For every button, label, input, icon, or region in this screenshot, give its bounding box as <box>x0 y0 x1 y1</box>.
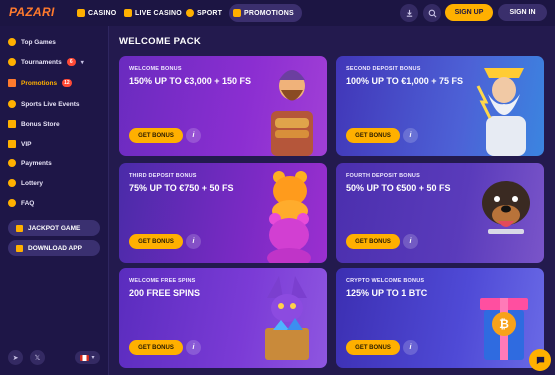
get-bonus-button[interactable]: GET BONUS <box>129 234 183 249</box>
get-bonus-button[interactable]: GET BONUS <box>129 340 183 355</box>
card-subtitle: FOURTH DEPOSIT BONUS <box>346 173 420 179</box>
sign-up-button[interactable]: SIGN UP <box>445 4 493 21</box>
canada-flag-icon <box>80 354 90 361</box>
card-headline: 125% UP TO 1 BTC <box>346 288 428 298</box>
bonus-card-fourth-deposit: FOURTH DEPOSIT BONUS 50% UP TO €500 + 50… <box>336 163 544 263</box>
get-bonus-button[interactable]: GET BONUS <box>346 234 400 249</box>
bonus-card-welcome: WELCOME BONUS 150% UP TO €3,000 + 150 FS… <box>119 56 327 156</box>
gift-icon <box>8 79 16 87</box>
sidebar-item-promotions[interactable]: Promotions 12 <box>8 77 72 89</box>
search-icon[interactable] <box>423 4 441 22</box>
chevron-down-icon: ▾ <box>91 355 95 361</box>
card-headline: 150% UP TO €3,000 + 150 FS <box>129 76 251 86</box>
info-icon[interactable]: i <box>403 234 418 249</box>
sidebar-item-label: Lottery <box>21 179 44 187</box>
sidebar-item-label: FAQ <box>21 199 35 207</box>
fire-icon <box>8 38 16 46</box>
chevron-down-icon[interactable]: ▾ <box>81 59 84 66</box>
card-subtitle: WELCOME BONUS <box>129 66 182 72</box>
bonus-card-second-deposit: SECOND DEPOSIT BONUS 100% UP TO €1,000 +… <box>336 56 544 156</box>
sidebar-item-label: Bonus Store <box>21 120 60 128</box>
nav-sport-label: SPORT <box>197 9 223 17</box>
nav-casino-label: CASINO <box>88 9 117 17</box>
card-headline: 100% UP TO €1,000 + 75 FS <box>346 76 463 86</box>
sidebar-item-label: Payments <box>21 159 52 167</box>
nav-promotions[interactable]: PROMOTIONS <box>229 4 302 22</box>
sidebar-item-label: Top Games <box>21 38 56 46</box>
nav-casino[interactable]: CASINO <box>77 4 116 22</box>
lottery-icon <box>8 179 16 187</box>
card-subtitle: WELCOME FREE SPINS <box>129 278 196 284</box>
lumberjack-illustration <box>271 70 313 156</box>
sign-in-button[interactable]: SIGN IN <box>498 4 547 21</box>
download-app-label: DOWNLOAD APP <box>28 244 82 252</box>
get-bonus-button[interactable]: GET BONUS <box>129 128 183 143</box>
get-bonus-button[interactable]: GET BONUS <box>346 340 400 355</box>
zeus-illustration <box>476 68 526 156</box>
telegram-icon[interactable]: ➤ <box>8 350 23 365</box>
card-headline: 200 FREE SPINS <box>129 288 201 298</box>
bonus-card-third-deposit: THIRD DEPOSIT BONUS 75% UP TO €750 + 50 … <box>119 163 327 263</box>
payments-icon <box>8 159 16 167</box>
live-casino-icon <box>124 9 132 17</box>
crown-icon <box>8 140 16 148</box>
card-subtitle: CRYPTO WELCOME BONUS <box>346 278 425 284</box>
store-icon <box>8 120 16 128</box>
sidebar-item-faq[interactable]: FAQ <box>8 197 34 209</box>
card-subtitle: SECOND DEPOSIT BONUS <box>346 66 421 72</box>
card-subtitle: THIRD DEPOSIT BONUS <box>129 173 197 179</box>
sidebar-item-lottery[interactable]: Lottery <box>8 177 43 189</box>
jackpot-icon <box>16 224 23 232</box>
sidebar-item-label: Promotions <box>21 79 58 87</box>
trophy-icon <box>8 58 16 66</box>
top-bar: PAZARI CASINO LIVE CASINO SPORT PROMOTIO… <box>0 0 555 26</box>
rottweiler-illustration <box>482 181 530 234</box>
info-icon[interactable]: i <box>403 340 418 355</box>
promotions-icon <box>233 9 241 17</box>
card-headline: 50% UP TO €500 + 50 FS <box>346 183 451 193</box>
svg-text:₿: ₿ <box>499 317 509 331</box>
info-icon[interactable]: i <box>186 340 201 355</box>
logo[interactable]: PAZARI <box>9 5 55 19</box>
nav-live-casino-label: LIVE CASINO <box>135 9 182 17</box>
get-bonus-button[interactable]: GET BONUS <box>346 128 400 143</box>
sidebar-item-sports-live-events[interactable]: Sports Live Events <box>8 98 80 110</box>
download-icon[interactable] <box>400 4 418 22</box>
jackpot-game-button[interactable]: JACKPOT GAME <box>8 220 100 236</box>
dragon-with-gems-illustration <box>265 276 309 360</box>
info-icon[interactable]: i <box>403 128 418 143</box>
sidebar-item-payments[interactable]: Payments <box>8 157 52 169</box>
promotions-count-badge: 12 <box>62 79 72 87</box>
gummy-bears-illustration <box>267 171 311 263</box>
sidebar-item-top-games[interactable]: Top Games <box>8 36 56 48</box>
download-app-button[interactable]: DOWNLOAD APP <box>8 240 100 256</box>
bonus-card-welcome-free-spins: WELCOME FREE SPINS 200 FREE SPINS GET BO… <box>119 268 327 368</box>
nav-live-casino[interactable]: LIVE CASINO <box>124 4 182 22</box>
sidebar: Top Games Tournaments 6 ▾ Promotions 12 … <box>0 26 109 375</box>
sidebar-item-tournaments[interactable]: Tournaments 6 ▾ <box>8 56 84 68</box>
tournaments-count-badge: 6 <box>66 58 76 66</box>
chat-icon[interactable] <box>529 349 551 371</box>
download-app-icon <box>16 244 23 252</box>
sidebar-item-vip[interactable]: VIP <box>8 138 31 150</box>
info-icon[interactable]: i <box>186 234 201 249</box>
sport-icon <box>186 9 194 17</box>
casino-icon <box>77 9 85 17</box>
sidebar-item-label: Tournaments <box>21 58 62 66</box>
live-events-icon <box>8 100 16 108</box>
card-headline: 75% UP TO €750 + 50 FS <box>129 183 234 193</box>
sidebar-item-label: Sports Live Events <box>21 100 80 108</box>
page-title: WELCOME PACK <box>119 36 202 47</box>
info-icon[interactable]: i <box>186 128 201 143</box>
nav-sport[interactable]: SPORT <box>186 4 222 22</box>
faq-icon <box>8 199 16 207</box>
bonus-card-crypto-welcome: CRYPTO WELCOME BONUS 125% UP TO 1 BTC GE… <box>336 268 544 368</box>
jackpot-game-label: JACKPOT GAME <box>28 224 81 232</box>
x-icon[interactable]: 𝕏 <box>30 350 45 365</box>
sidebar-item-label: VIP <box>21 140 32 148</box>
sidebar-item-bonus-store[interactable]: Bonus Store <box>8 118 60 130</box>
nav-promotions-label: PROMOTIONS <box>244 9 294 17</box>
language-selector[interactable]: ▾ <box>75 351 100 364</box>
